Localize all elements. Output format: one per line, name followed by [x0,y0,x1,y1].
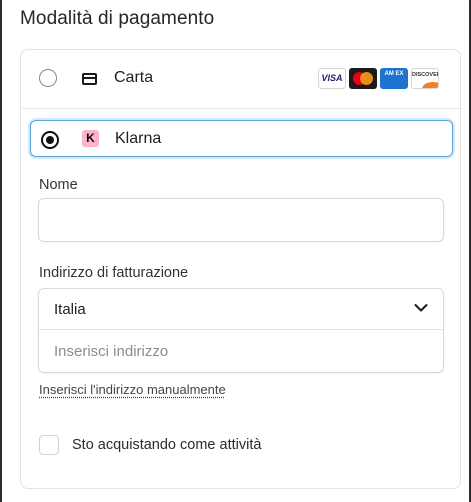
payment-methods-panel: Carta VISA AM EX DISCOVER K Klarna Nome … [20,49,461,489]
country-select[interactable]: Italia [39,289,443,330]
name-label: Nome [39,177,78,193]
credit-card-icon [82,73,97,85]
card-radio[interactable] [39,69,57,87]
visa-logo-icon: VISA [318,68,346,89]
country-value: Italia [54,301,86,318]
payment-option-card[interactable]: Carta VISA AM EX DISCOVER [21,50,460,109]
amex-logo-icon: AM EX [380,68,408,89]
name-input[interactable] [38,198,444,242]
billing-address-label: Indirizzo di fatturazione [39,265,189,281]
chevron-down-icon [414,304,428,312]
section-title: Modalità di pagamento [20,8,215,29]
card-brand-logos: VISA AM EX DISCOVER [318,68,439,89]
klarna-logo-icon: K [82,130,99,147]
klarna-radio[interactable] [41,131,59,149]
payment-option-klarna[interactable]: K Klarna [30,120,453,157]
window-left-edge [0,0,2,502]
billing-address-group: Italia Inserisci indirizzo [38,288,444,373]
discover-logo-icon: DISCOVER [411,68,439,89]
card-label: Carta [114,69,154,86]
enter-address-manually-link[interactable]: Inserisci l'indirizzo manualmente [39,382,226,397]
business-purchase-checkbox[interactable] [39,435,59,455]
mastercard-logo-icon [349,68,377,89]
address-input[interactable]: Inserisci indirizzo [54,343,168,360]
klarna-label: Klarna [115,130,162,147]
business-purchase-label: Sto acquistando come attività [72,437,262,453]
